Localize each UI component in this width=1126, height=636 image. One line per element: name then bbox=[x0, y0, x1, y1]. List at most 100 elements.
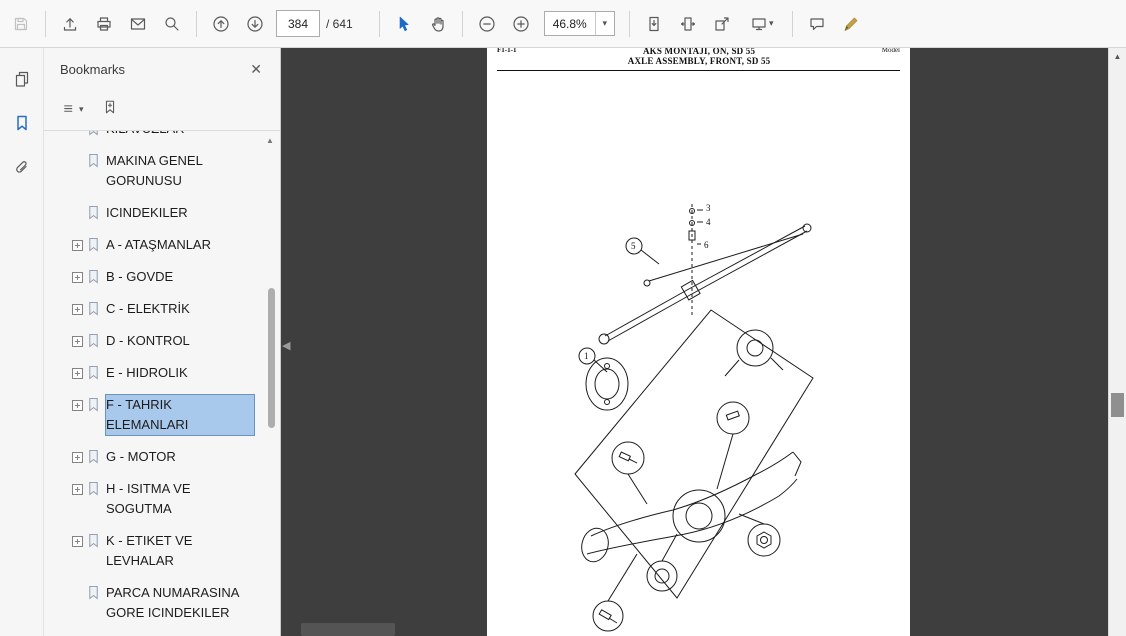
bookmark-item-label: H - ISITMA VE SOGUTMA bbox=[106, 481, 191, 516]
pdf-viewer-window: / 641 46.8% ▾ bbox=[0, 0, 1126, 636]
bookmark-item[interactable]: A - ATAŞMANLAR bbox=[72, 229, 262, 261]
bookmark-options-button[interactable]: ▾ bbox=[62, 101, 84, 117]
bookmark-item[interactable]: C - ELEKTRİK bbox=[72, 293, 262, 325]
chevron-down-icon: ▾ bbox=[768, 18, 774, 28]
page-title-line1: AKS MONTAJI, ÖN, SD 55 bbox=[642, 48, 756, 56]
email-button[interactable] bbox=[121, 7, 155, 41]
hand-tool-button[interactable] bbox=[421, 7, 455, 41]
page-thumbnails-icon bbox=[15, 71, 28, 87]
page-number-input[interactable] bbox=[276, 10, 320, 37]
bookmark-flag-icon bbox=[89, 482, 98, 496]
save-button[interactable] bbox=[4, 7, 38, 41]
search-button[interactable] bbox=[155, 7, 189, 41]
expand-toggle-icon[interactable] bbox=[72, 484, 83, 495]
fill-sign-button[interactable] bbox=[834, 7, 868, 41]
comment-bubble-icon bbox=[810, 17, 824, 30]
read-mode-button[interactable]: ▾ bbox=[739, 7, 785, 41]
panel-collapse-handle[interactable]: ◀ bbox=[282, 341, 290, 352]
bookmark-item[interactable]: B - GOVDE bbox=[72, 261, 262, 293]
print-button[interactable] bbox=[87, 7, 121, 41]
email-icon bbox=[130, 17, 146, 30]
save-icon bbox=[14, 17, 28, 30]
expand-toggle-icon[interactable] bbox=[72, 536, 83, 547]
bookmark-item[interactable]: PARCA NUMARASINA GORE ICINDEKILER bbox=[72, 577, 262, 629]
bookmark-item-label: A - ATAŞMANLAR bbox=[106, 237, 211, 252]
cursor-arrow-icon bbox=[399, 16, 409, 31]
fit-width-icon bbox=[680, 16, 695, 31]
callout-4: 4 bbox=[706, 217, 711, 227]
full-screen-icon bbox=[715, 16, 729, 31]
attachments-button[interactable] bbox=[7, 152, 37, 182]
bookmark-flag-icon bbox=[89, 534, 98, 548]
bookmark-item[interactable]: ICINDEKILER bbox=[72, 197, 262, 229]
header-rule bbox=[497, 70, 900, 71]
bookmark-flag-icon bbox=[89, 302, 98, 316]
bookmark-item[interactable]: G - MOTOR bbox=[72, 441, 262, 473]
panel-title: Bookmarks bbox=[60, 61, 126, 77]
bookmarks-panel-button[interactable] bbox=[7, 108, 37, 138]
select-tool-button[interactable] bbox=[387, 7, 421, 41]
navigation-pane-strip bbox=[0, 48, 44, 636]
close-icon[interactable]: ✕ bbox=[246, 59, 266, 80]
bookmark-item-label: ICINDEKILER bbox=[106, 205, 188, 220]
paperclip-icon bbox=[15, 161, 27, 173]
bookmark-item[interactable]: D - KONTROL bbox=[72, 325, 262, 357]
fit-width-button[interactable] bbox=[671, 7, 705, 41]
expand-toggle-icon[interactable] bbox=[72, 272, 83, 283]
share-button[interactable] bbox=[53, 7, 87, 41]
bookmark-flag-icon bbox=[89, 270, 98, 284]
zoom-in-button[interactable] bbox=[504, 7, 538, 41]
chevron-down-icon: ▾ bbox=[79, 103, 84, 114]
new-bookmark-icon bbox=[105, 100, 114, 113]
bookmark-item[interactable]: KILAVUZLAR bbox=[72, 131, 262, 145]
zoom-level-value: 46.8% bbox=[552, 16, 587, 31]
previous-page-button[interactable] bbox=[204, 7, 238, 41]
page-up-icon bbox=[213, 15, 229, 32]
page-thumbnails-button[interactable] bbox=[7, 64, 37, 94]
bookmark-item-label: B - GOVDE bbox=[106, 269, 174, 284]
expand-toggle-icon[interactable] bbox=[72, 304, 83, 315]
comment-button[interactable] bbox=[800, 7, 834, 41]
zoom-out-button[interactable] bbox=[470, 7, 504, 41]
callout-5: 5 bbox=[631, 241, 636, 251]
expand-toggle-icon[interactable] bbox=[72, 240, 83, 251]
separator bbox=[45, 10, 46, 37]
bookmark-item-label: KILAVUZLAR bbox=[106, 131, 254, 139]
zoom-level-dropdown[interactable]: 46.8% ▾ bbox=[543, 11, 615, 36]
expand-toggle-icon[interactable] bbox=[72, 336, 83, 347]
next-page-button[interactable] bbox=[238, 7, 272, 41]
expand-toggle-icon[interactable] bbox=[72, 452, 83, 463]
toolbar: / 641 46.8% ▾ bbox=[0, 0, 1126, 48]
new-bookmark-button[interactable] bbox=[102, 99, 118, 120]
bookmark-item-label: MAKINA GENEL GORUNUSU bbox=[106, 153, 203, 188]
bookmark-item[interactable]: MAKINA GENEL GORUNUSU bbox=[72, 145, 262, 197]
bookmarks-panel: Bookmarks ✕ ▾ KILAVUZLAR MAKINA GENEL GOR… bbox=[44, 48, 281, 636]
bookmark-item[interactable]: E - HIDROLIK bbox=[72, 357, 262, 389]
bookmark-flag-icon bbox=[89, 238, 98, 252]
bookmark-item-label: D - KONTROL bbox=[106, 333, 190, 348]
separator bbox=[461, 10, 463, 37]
search-icon bbox=[165, 16, 179, 31]
bookmark-list: KILAVUZLAR MAKINA GENEL GORUNUSU ICINDEKIL… bbox=[44, 130, 280, 636]
expand-toggle-icon[interactable] bbox=[72, 368, 83, 379]
print-icon bbox=[97, 16, 111, 31]
scrollbar-thumb[interactable] bbox=[1111, 393, 1124, 417]
bookmark-item[interactable]: H - ISITMA VE SOGUTMA bbox=[72, 473, 262, 525]
bookmark-flag-icon bbox=[89, 206, 98, 220]
scrolling-view-button[interactable] bbox=[637, 7, 671, 41]
page-header: F1-1-1 AKS MONTAJI, ÖN, SD 55 AXLE ASSEM… bbox=[487, 48, 910, 66]
bookmark-item[interactable]: EK 2 bbox=[72, 629, 262, 636]
document-scrollbar[interactable]: ▲ bbox=[1108, 48, 1126, 636]
panel-scrollbar-thumb[interactable] bbox=[268, 288, 275, 428]
share-upload-icon bbox=[63, 17, 77, 31]
separator bbox=[378, 10, 380, 37]
full-screen-button[interactable] bbox=[705, 7, 739, 41]
page-title-line2: AXLE ASSEMBLY, FRONT, SD 55 bbox=[627, 56, 771, 66]
scroll-up-icon[interactable]: ▲ bbox=[1109, 52, 1126, 61]
expand-toggle-icon[interactable] bbox=[72, 400, 83, 411]
bookmark-item-label: K - ETIKET VE LEVHALAR bbox=[106, 533, 193, 568]
panel-scroll-up-icon[interactable]: ▲ bbox=[264, 136, 276, 145]
bookmark-item[interactable]: K - ETIKET VE LEVHALAR bbox=[72, 525, 262, 577]
bookmark-item[interactable]: F - TAHRIK ELEMANLARI bbox=[72, 389, 262, 441]
bookmark-flag-icon bbox=[89, 154, 98, 168]
